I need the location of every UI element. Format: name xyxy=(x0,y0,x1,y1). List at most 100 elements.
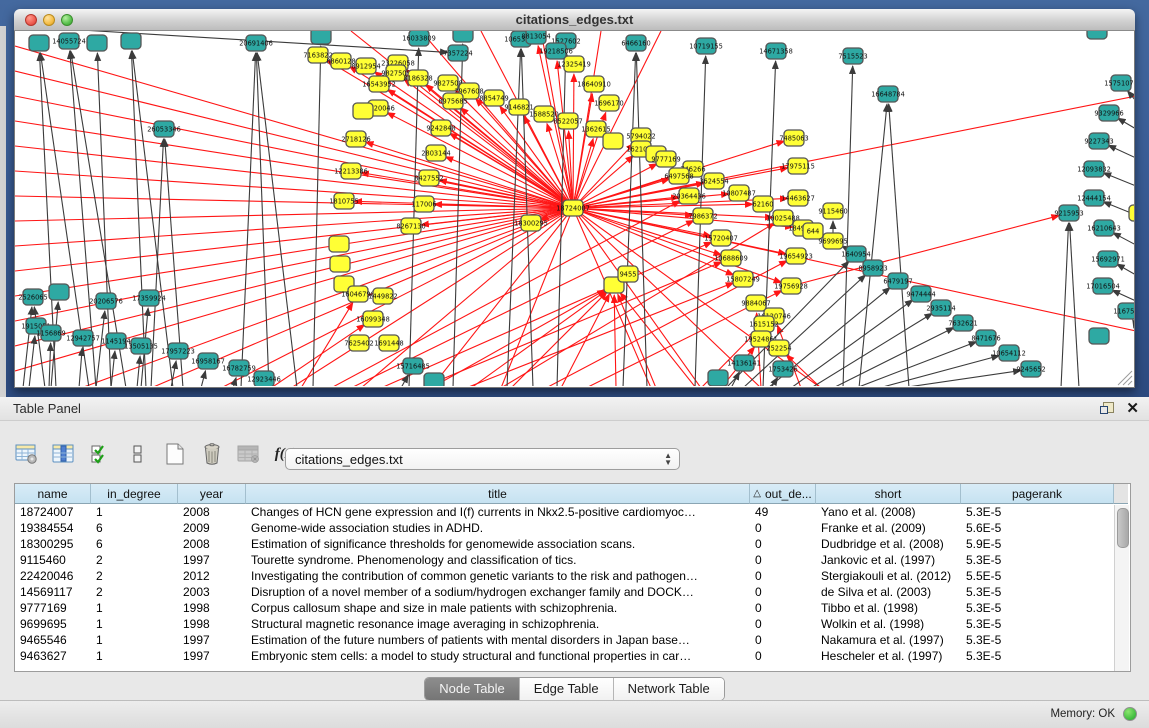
graph-node[interactable]: 7986372 xyxy=(688,208,717,224)
scrollbar-thumb[interactable] xyxy=(1117,508,1129,548)
cell-name[interactable]: 18300295 xyxy=(15,536,91,552)
cell-short[interactable]: Franke et al. (2009) xyxy=(816,520,961,536)
table-row[interactable]: 946362711997Embryonic stem cells: a mode… xyxy=(15,648,1130,664)
graph-node[interactable] xyxy=(1129,205,1134,221)
graph-node[interactable]: 9245652 xyxy=(1016,361,1045,377)
cell-short[interactable]: Dudbridge et al. (2008) xyxy=(816,536,961,552)
graph-node[interactable] xyxy=(29,35,49,51)
cell-year[interactable]: 2008 xyxy=(178,504,246,520)
graph-node[interactable]: 12923446 xyxy=(247,371,281,386)
graph-node[interactable]: 8186328 xyxy=(403,70,432,86)
column-header-name[interactable]: name xyxy=(15,484,91,504)
cell-name[interactable]: 9115460 xyxy=(15,552,91,568)
graph-node[interactable]: 18640910 xyxy=(577,76,611,92)
canvas-resize-grip[interactable] xyxy=(1118,371,1132,385)
table-row[interactable]: 2242004622012Investigating the contribut… xyxy=(15,568,1130,584)
column-header-year[interactable]: year xyxy=(178,484,246,504)
graph-node[interactable] xyxy=(1087,31,1107,39)
delete-table-icon[interactable] xyxy=(199,441,225,467)
cell-pagerank[interactable]: 5.6E-5 xyxy=(961,520,1114,536)
graph-node[interactable]: 9227343 xyxy=(1084,133,1113,149)
cell-out_de[interactable]: 0 xyxy=(750,552,816,568)
create-table-icon[interactable] xyxy=(162,441,188,467)
graph-node[interactable]: 1691448 xyxy=(374,335,403,351)
cell-title[interactable]: Changes of HCN gene expression and I(f) … xyxy=(246,504,750,520)
cell-name[interactable]: 18724007 xyxy=(15,504,91,520)
cell-in_degree[interactable]: 2 xyxy=(91,552,178,568)
table-row[interactable]: 1456911722003Disruption of a novel membe… xyxy=(15,584,1130,600)
cell-title[interactable]: Genome-wide association studies in ADHD. xyxy=(246,520,750,536)
cell-short[interactable]: Tibbo et al. (1998) xyxy=(816,600,961,616)
cell-in_degree[interactable]: 6 xyxy=(91,520,178,536)
graph-node[interactable] xyxy=(708,370,728,386)
table-row[interactable]: 946554611997Estimation of the future num… xyxy=(15,632,1130,648)
table-row[interactable]: 1938455462009Genome-wide association stu… xyxy=(15,520,1130,536)
graph-node[interactable]: 252254 xyxy=(766,340,791,356)
cell-out_de[interactable]: 49 xyxy=(750,504,816,520)
graph-node[interactable]: 7485063 xyxy=(779,130,808,146)
cell-in_degree[interactable]: 2 xyxy=(91,568,178,584)
cell-year[interactable]: 1998 xyxy=(178,600,246,616)
graph-node[interactable]: 1810755 xyxy=(329,193,358,209)
graph-node[interactable]: 1156869 xyxy=(36,325,65,341)
graph-node[interactable]: 9115460 xyxy=(818,203,847,219)
table-row[interactable]: 911546021997Tourette syndrome. Phenomeno… xyxy=(15,552,1130,568)
tab-node-table[interactable]: Node Table xyxy=(425,678,520,700)
graph-node[interactable]: 16782759 xyxy=(222,360,256,376)
graph-node[interactable] xyxy=(311,31,331,44)
graph-node[interactable]: 8471676 xyxy=(971,330,1000,346)
graph-node[interactable]: 8267130 xyxy=(396,218,425,234)
cell-in_degree[interactable]: 2 xyxy=(91,584,178,600)
graph-node[interactable]: 6479197 xyxy=(883,273,912,289)
network-canvas[interactable]: 1405572420691406160338091065328715276026… xyxy=(14,31,1135,388)
table-row[interactable]: 977716911998Corpus callosum shape and si… xyxy=(15,600,1130,616)
import-table-disabled-icon[interactable] xyxy=(236,441,262,467)
cell-title[interactable]: Embryonic stem cells: a model to study s… xyxy=(246,648,750,664)
close-panel-icon[interactable]: ✕ xyxy=(1126,399,1139,417)
graph-node[interactable]: 10688609 xyxy=(714,250,748,266)
float-panel-icon[interactable] xyxy=(1100,402,1113,415)
graph-node[interactable]: 7632621 xyxy=(948,315,977,331)
graph-node[interactable] xyxy=(49,284,69,300)
graph-node[interactable]: 117006 xyxy=(411,196,436,212)
cell-year[interactable]: 1997 xyxy=(178,648,246,664)
graph-node[interactable]: 62160 xyxy=(753,196,774,212)
graph-node[interactable]: 15751074 xyxy=(1104,75,1134,91)
cell-name[interactable]: 14569117 xyxy=(15,584,91,600)
graph-node[interactable]: 1696170 xyxy=(594,95,623,111)
cell-title[interactable]: Corpus callosum shape and size in male p… xyxy=(246,600,750,616)
graph-node[interactable]: 9777169 xyxy=(651,151,680,167)
cell-year[interactable]: 2012 xyxy=(178,568,246,584)
graph-node[interactable] xyxy=(453,31,473,42)
graph-node[interactable]: 14463627 xyxy=(781,190,815,206)
graph-node[interactable]: 16958167 xyxy=(191,353,225,369)
cell-short[interactable]: Nakamura et al. (1997) xyxy=(816,632,961,648)
graph-node[interactable] xyxy=(87,35,107,51)
table-row[interactable]: 1830029562008Estimation of significance … xyxy=(15,536,1130,552)
cell-name[interactable]: 9699695 xyxy=(15,616,91,632)
cell-name[interactable]: 9465546 xyxy=(15,632,91,648)
cell-in_degree[interactable]: 1 xyxy=(91,632,178,648)
graph-node[interactable]: 9215953 xyxy=(1054,205,1083,221)
graph-node[interactable]: 1753426 xyxy=(768,361,797,377)
cell-year[interactable]: 1998 xyxy=(178,616,246,632)
graph-node[interactable]: 9329966 xyxy=(1094,105,1123,121)
cell-pagerank[interactable]: 5.3E-5 xyxy=(961,648,1114,664)
graph-node[interactable]: 14671358 xyxy=(759,43,793,59)
graph-node[interactable]: 8427552 xyxy=(414,170,443,186)
cell-out_de[interactable]: 0 xyxy=(750,536,816,552)
cell-short[interactable]: Jankovic et al. (1997) xyxy=(816,552,961,568)
graph-node[interactable]: 17359924 xyxy=(132,290,166,306)
cell-year[interactable]: 1997 xyxy=(178,632,246,648)
select-visible-columns-icon[interactable] xyxy=(88,441,114,467)
graph-node[interactable]: 9455 xyxy=(618,266,638,282)
cell-year[interactable]: 2008 xyxy=(178,536,246,552)
cell-short[interactable]: Stergiakouli et al. (2012) xyxy=(816,568,961,584)
table-selector-dropdown[interactable]: citations_edges.txt ▲▼ xyxy=(285,448,680,470)
graph-node[interactable]: 1167531 xyxy=(1113,303,1134,319)
cell-pagerank[interactable]: 5.3E-5 xyxy=(961,600,1114,616)
graph-node[interactable] xyxy=(121,33,141,49)
graph-node[interactable]: 8975685 xyxy=(438,93,467,109)
column-header-title[interactable]: title xyxy=(246,484,750,504)
cell-name[interactable]: 9777169 xyxy=(15,600,91,616)
